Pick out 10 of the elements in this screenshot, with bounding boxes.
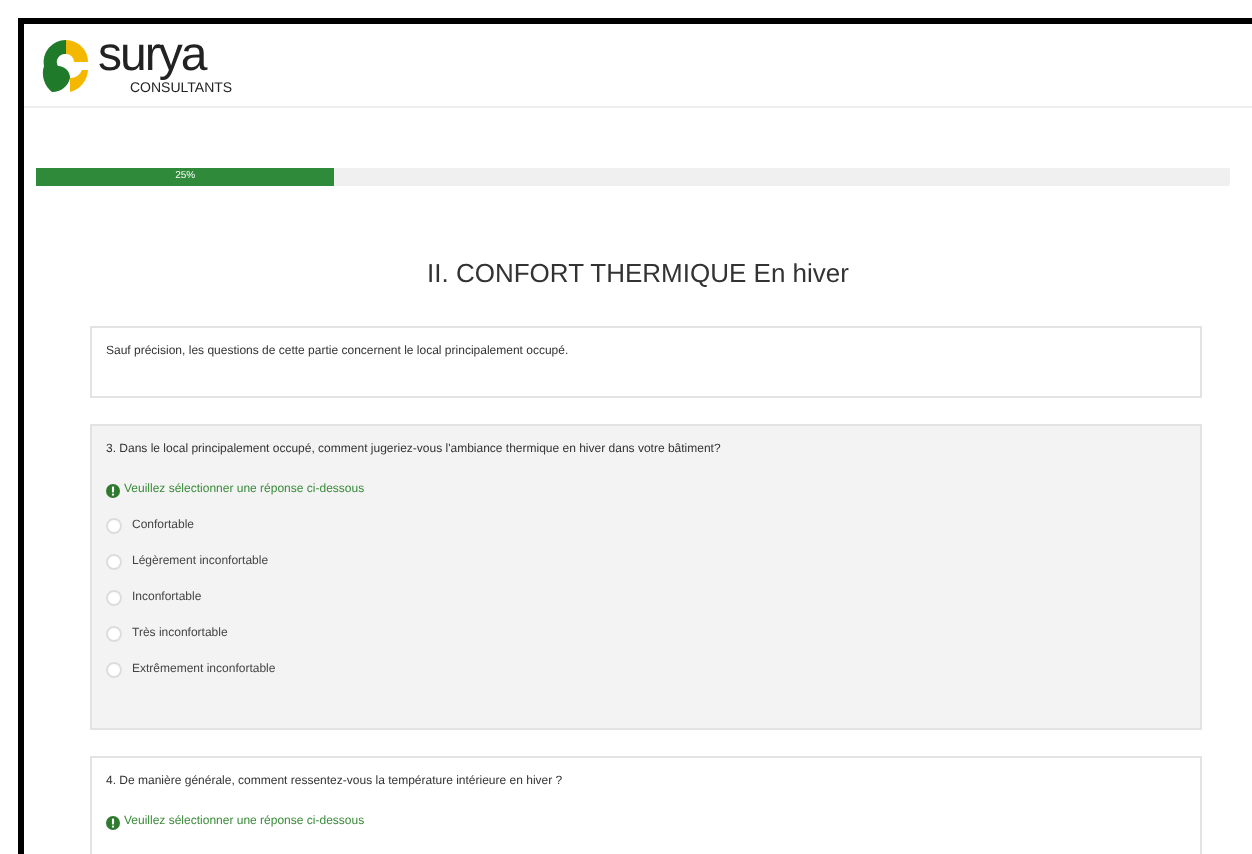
info-icon bbox=[106, 815, 120, 829]
radio-button[interactable] bbox=[106, 662, 122, 678]
section-title: II. CONFORT THERMIQUE En hiver bbox=[425, 256, 851, 292]
radio-button[interactable] bbox=[106, 518, 122, 534]
info-icon bbox=[106, 483, 120, 497]
logo-wordmark: surya bbox=[98, 32, 206, 80]
radio-button[interactable] bbox=[106, 590, 122, 606]
radio-button[interactable] bbox=[106, 554, 122, 570]
radio-button[interactable] bbox=[106, 626, 122, 642]
logo-icon bbox=[40, 35, 92, 95]
